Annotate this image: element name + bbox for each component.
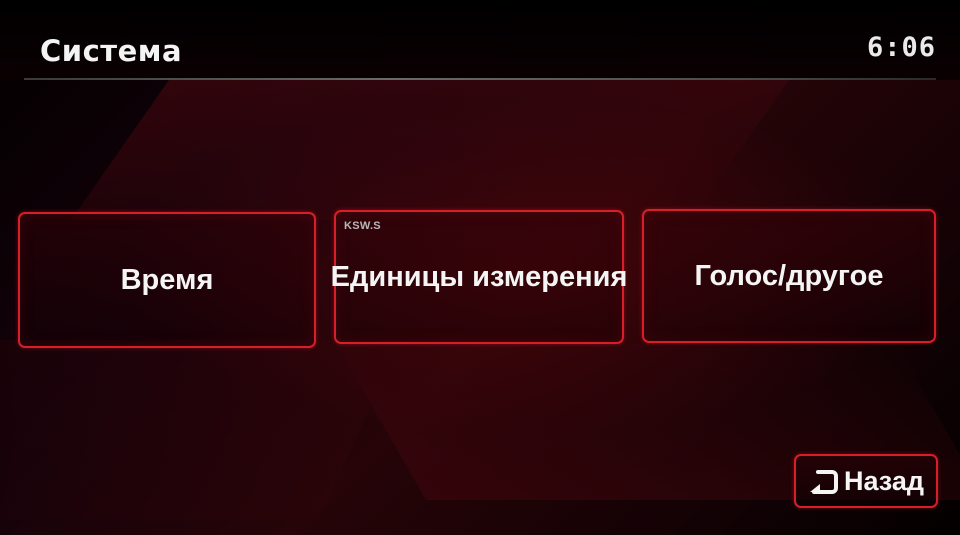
time-button-label: Время — [120, 263, 214, 296]
return-arrow-icon — [808, 468, 838, 494]
clock: 6:06 — [866, 32, 936, 63]
back-button-label: Назад — [843, 465, 925, 496]
header-bar: Система 6:06 — [0, 0, 960, 80]
watermark: KSW.S — [344, 220, 381, 232]
header-divider — [24, 78, 936, 80]
voice-other-button[interactable]: Голос/другое — [642, 209, 936, 343]
system-settings-screen: Система 6:06 Время Единицы измерения Гол… — [0, 0, 960, 535]
back-button[interactable]: Назад — [794, 454, 938, 508]
voice-other-button-label: Голос/другое — [694, 259, 884, 292]
page-title: Система — [40, 34, 183, 68]
units-button-label: Единицы измерения — [330, 260, 628, 293]
background-shard — [0, 340, 402, 520]
background-shard — [70, 80, 790, 220]
time-button[interactable]: Время — [18, 212, 316, 348]
